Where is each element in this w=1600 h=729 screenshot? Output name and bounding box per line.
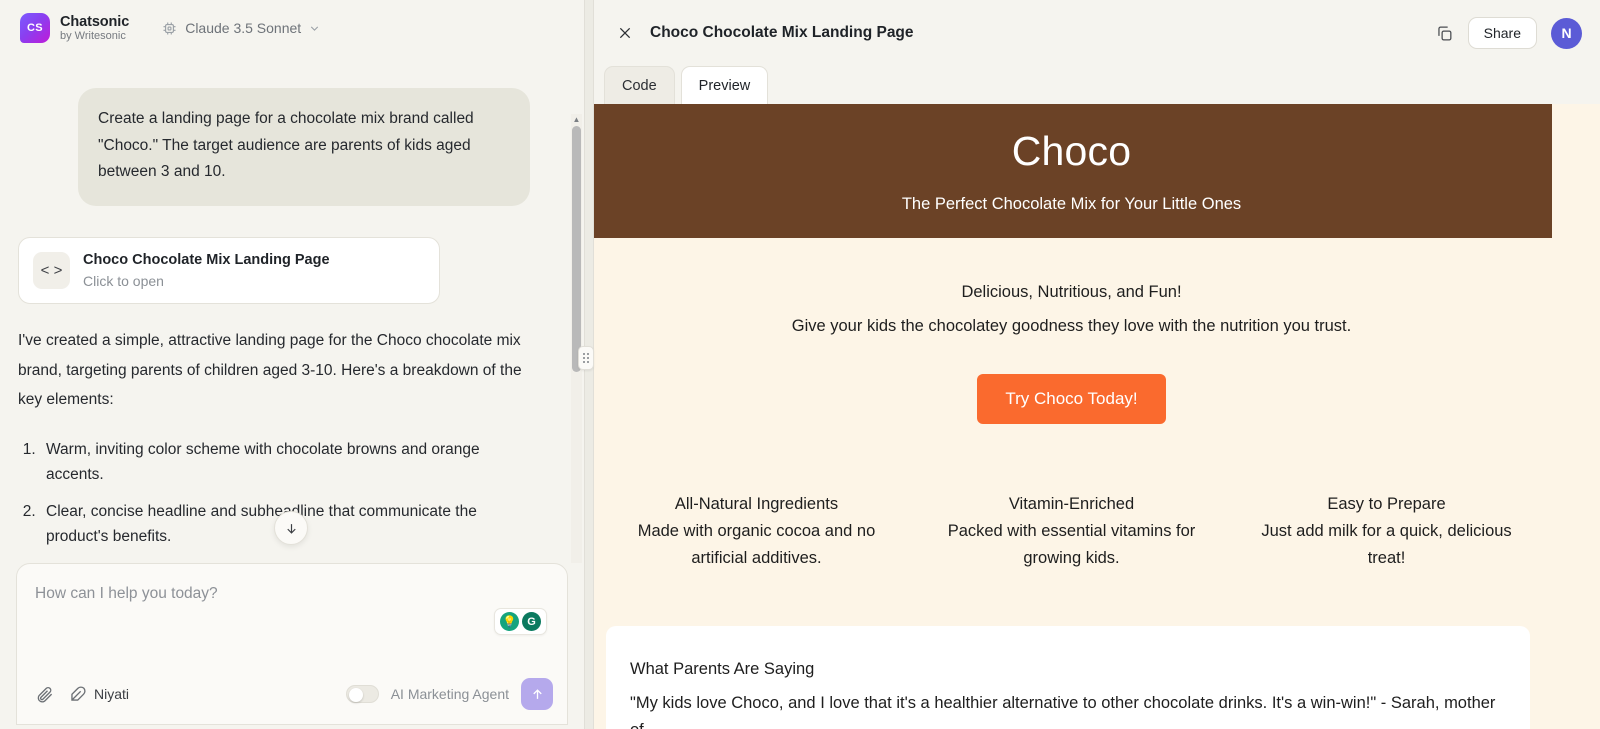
tab-preview[interactable]: Preview <box>680 66 769 104</box>
feature-card: Vitamin-Enriched Packed with essential v… <box>914 491 1229 571</box>
arrow-up-icon <box>532 688 542 699</box>
feature-title: Easy to Prepare <box>1327 494 1446 513</box>
hero-subtitle: The Perfect Chocolate Mix for Your Littl… <box>901 195 1242 213</box>
feature-title: Vitamin-Enriched <box>1008 494 1135 513</box>
logo-text: CS <box>27 22 43 34</box>
cta-section: Try Choco Today! <box>591 373 1552 424</box>
close-artifact-button[interactable] <box>612 20 638 46</box>
composer-wrapper: 💡 G Niyati <box>0 563 584 729</box>
hero-section: Choco The Perfect Chocolate Mix for Your… <box>591 104 1552 238</box>
artifact-panel: Choco Chocolate Mix Landing Page Share N… <box>584 0 1600 729</box>
copy-icon[interactable] <box>1435 24 1454 43</box>
grammarly-g-icon[interactable]: G <box>522 612 541 631</box>
arrow-down-icon <box>286 523 296 534</box>
pitch-paragraph: Give your kids the chocolatey goodness t… <box>791 317 1352 336</box>
tab-code[interactable]: Code <box>604 66 675 104</box>
code-brackets-icon: < > <box>33 252 70 290</box>
landing-page-preview: Choco The Perfect Chocolate Mix for Your… <box>584 104 1552 729</box>
chatsonic-logo-icon: CS <box>20 13 50 43</box>
pitch-section: Delicious, Nutritious, and Fun! Give you… <box>591 238 1552 340</box>
feature-body: Just add milk for a quick, delicious tre… <box>1261 522 1512 567</box>
feature-card: Easy to Prepare Just add milk for a quic… <box>1229 491 1544 571</box>
chevron-down-icon <box>311 25 319 31</box>
composer-right-tools: AI Marketing Agent <box>345 678 553 710</box>
testimonials-title: What Parents Are Saying <box>630 659 815 678</box>
artifact-card-title: Choco Chocolate Mix Landing Page <box>83 251 330 268</box>
scroll-to-bottom-button[interactable] <box>274 511 308 545</box>
composer-toolbar: Niyati AI Marketing Agent <box>17 678 567 710</box>
artifact-preview-card[interactable]: < > Choco Chocolate Mix Landing Page Cli… <box>18 236 440 305</box>
try-choco-today-button[interactable]: Try Choco Today! <box>977 373 1166 424</box>
brand: CS Chatsonic by Writesonic <box>20 13 129 43</box>
assistant-intro-text: I've created a simple, attractive landin… <box>18 332 522 409</box>
paperclip-icon[interactable] <box>35 685 54 704</box>
conversation-scrollbar[interactable]: ▲ ▼ <box>571 114 582 563</box>
grammarly-chip[interactable]: 💡 G <box>494 608 547 635</box>
hero-title: Choco <box>1011 128 1132 174</box>
scroll-up-arrow[interactable]: ▲ <box>571 114 582 125</box>
brand-text: Chatsonic by Writesonic <box>60 14 129 43</box>
model-selector[interactable]: Claude 3.5 Sonnet <box>155 15 327 42</box>
features-section: All-Natural Ingredients Made with organi… <box>591 491 1552 571</box>
model-label: Claude 3.5 Sonnet <box>185 20 302 36</box>
feature-body: Made with organic cocoa and no artificia… <box>637 522 876 567</box>
close-icon <box>619 27 631 39</box>
app-root: CS Chatsonic by Writesonic Claude 3.5 So… <box>0 0 1600 729</box>
feature-body: Packed with essential vitamins for growi… <box>947 522 1196 567</box>
persona-selector[interactable]: Niyati <box>68 685 129 704</box>
assistant-points-list: Warm, inviting color scheme with chocola… <box>18 437 522 563</box>
grammarly-lightbulb-icon[interactable]: 💡 <box>500 612 519 631</box>
avatar[interactable]: N <box>1551 17 1582 49</box>
panel-resize-handle[interactable] <box>578 346 594 370</box>
testimonial-quote: "My kids love Choco, and I love that it'… <box>630 694 1496 729</box>
artifact-tabs: Code Preview <box>584 66 1600 104</box>
artifact-actions: Share N <box>1435 17 1582 49</box>
pitch-headline: Delicious, Nutritious, and Fun! <box>961 283 1182 301</box>
feature-title: All-Natural Ingredients <box>674 494 839 513</box>
chat-panel: CS Chatsonic by Writesonic Claude 3.5 So… <box>0 0 584 729</box>
list-item: Warm, inviting color scheme with chocola… <box>40 437 522 487</box>
brand-name: Chatsonic <box>60 13 130 30</box>
composer-left-tools: Niyati <box>35 685 129 704</box>
feature-card: All-Natural Ingredients Made with organi… <box>599 491 914 571</box>
message-input[interactable] <box>35 580 549 608</box>
user-message-bubble: Create a landing page for a chocolate mi… <box>78 88 530 206</box>
share-button[interactable]: Share <box>1467 17 1537 49</box>
preview-viewport[interactable]: Choco The Perfect Chocolate Mix for Your… <box>584 104 1600 729</box>
send-button[interactable] <box>521 678 553 710</box>
conversation-scroll-area[interactable]: Create a landing page for a chocolate mi… <box>0 56 584 563</box>
grip-dots-icon <box>583 353 589 363</box>
testimonials-section: What Parents Are Saying "My kids love Ch… <box>606 625 1530 729</box>
artifact-header: Choco Chocolate Mix Landing Page Share N <box>584 0 1600 66</box>
brand-subtitle: by Writesonic <box>60 29 126 42</box>
artifact-card-subtitle: Click to open <box>83 272 164 289</box>
artifact-title: Choco Chocolate Mix Landing Page <box>650 24 914 41</box>
ai-marketing-agent-toggle[interactable] <box>345 685 379 703</box>
composer: 💡 G Niyati <box>16 563 568 725</box>
chat-header: CS Chatsonic by Writesonic Claude 3.5 So… <box>0 0 584 56</box>
chip-icon <box>163 21 176 35</box>
ai-marketing-agent-label: AI Marketing Agent <box>390 686 509 702</box>
persona-name: Niyati <box>94 686 130 702</box>
toggle-knob <box>348 687 363 702</box>
feather-icon <box>71 685 86 701</box>
artifact-card-text: Choco Chocolate Mix Landing Page Click t… <box>83 250 330 291</box>
scrollbar-thumb[interactable] <box>572 126 581 372</box>
